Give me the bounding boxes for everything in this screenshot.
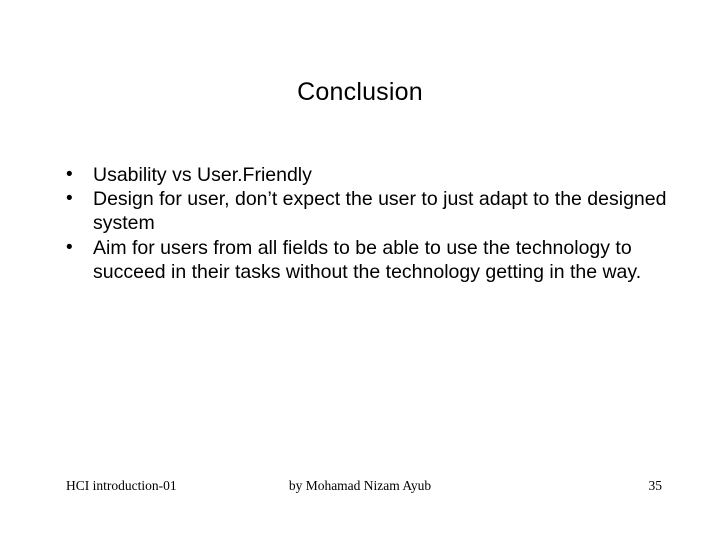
footer-page-number: 35 [649, 478, 663, 494]
list-item: Aim for users from all fields to be able… [66, 236, 670, 284]
bullet-list: Usability vs User.Friendly Design for us… [0, 163, 720, 284]
list-item: Design for user, don’t expect the user t… [66, 187, 670, 235]
list-item: Usability vs User.Friendly [66, 163, 670, 187]
slide-title: Conclusion [0, 0, 720, 163]
slide: Conclusion Usability vs User.Friendly De… [0, 0, 720, 540]
footer-author: by Mohamad Nizam Ayub [0, 478, 720, 494]
